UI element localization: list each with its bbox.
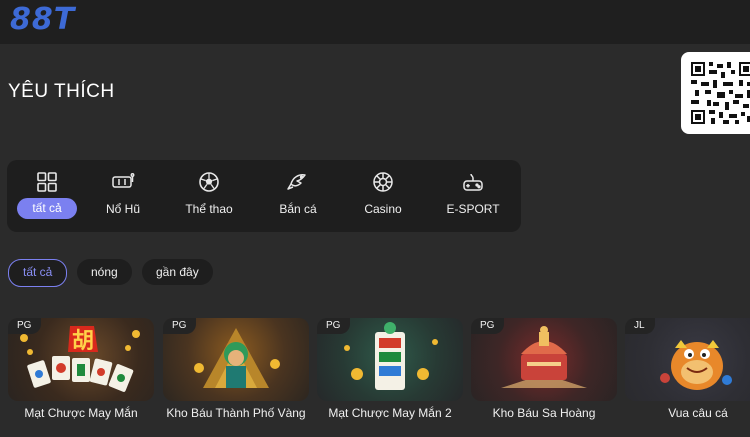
svg-text:胡: 胡 xyxy=(72,328,94,354)
fish-icon xyxy=(287,174,306,190)
slot-machine-icon xyxy=(112,173,135,188)
category-label: tất cả xyxy=(17,198,77,219)
provider-badge: PG xyxy=(317,318,351,334)
category-e-sport[interactable]: E-SPORT xyxy=(433,160,513,232)
brand-logo[interactable]: 88T xyxy=(10,3,75,37)
roulette-wheel-icon xyxy=(373,172,393,192)
category-ban-ca[interactable]: Bắn cá xyxy=(258,160,338,232)
page-title: YÊU THÍCH xyxy=(8,81,115,102)
filter-hot[interactable]: nóng xyxy=(77,259,132,285)
category-casino[interactable]: Casino xyxy=(343,160,423,232)
game-card[interactable]: PG Kho Báu Thành Phố Vàng xyxy=(163,318,309,420)
game-card[interactable]: 胡 PG Mạt Chược May Mắn xyxy=(8,318,154,420)
game-title: Kho Báu Thành Phố Vàng xyxy=(166,406,306,420)
soccer-ball-icon xyxy=(199,172,219,192)
game-card[interactable]: PG Kho Báu Sa Hoàng xyxy=(471,318,617,420)
game-thumbnail: PG xyxy=(317,318,463,401)
grid-icon xyxy=(37,172,57,192)
category-label: Nổ Hũ xyxy=(105,202,140,216)
game-card[interactable]: JL Vua câu cá xyxy=(625,318,750,420)
category-label: E-SPORT xyxy=(446,202,500,216)
qr-code[interactable] xyxy=(681,52,750,134)
filter-all[interactable]: tất cả xyxy=(8,259,68,287)
game-thumbnail: PG xyxy=(471,318,617,401)
game-title: Mạt Chược May Mắn xyxy=(24,406,138,420)
qr-code-icon xyxy=(691,62,750,124)
top-bar: 88T xyxy=(0,0,750,44)
provider-badge: PG xyxy=(471,318,505,334)
provider-badge: PG xyxy=(8,318,42,334)
game-thumbnail: 胡 PG xyxy=(8,318,154,401)
provider-badge: PG xyxy=(163,318,197,334)
gamepad-icon xyxy=(463,173,483,191)
game-title: Kho Báu Sa Hoàng xyxy=(492,406,596,420)
category-label: Bắn cá xyxy=(279,202,317,216)
category-all[interactable]: tất cả xyxy=(7,160,87,232)
game-thumbnail: JL xyxy=(625,318,750,401)
game-card[interactable]: PG Mạt Chược May Mắn 2 xyxy=(317,318,463,420)
filter-recent[interactable]: gần đây xyxy=(142,259,213,285)
category-the-thao[interactable]: Thể thao xyxy=(169,160,249,232)
category-bar: tất cả Nổ Hũ Thể thao Bắn cá Casino E-SP… xyxy=(7,160,521,232)
provider-badge: JL xyxy=(625,318,655,334)
category-label: Thể thao xyxy=(185,202,233,216)
category-no-hu[interactable]: Nổ Hũ xyxy=(83,160,163,232)
game-thumbnail: PG xyxy=(163,318,309,401)
category-label: Casino xyxy=(364,202,402,216)
game-title: Vua câu cá xyxy=(668,406,728,420)
game-title: Mạt Chược May Mắn 2 xyxy=(328,406,452,420)
